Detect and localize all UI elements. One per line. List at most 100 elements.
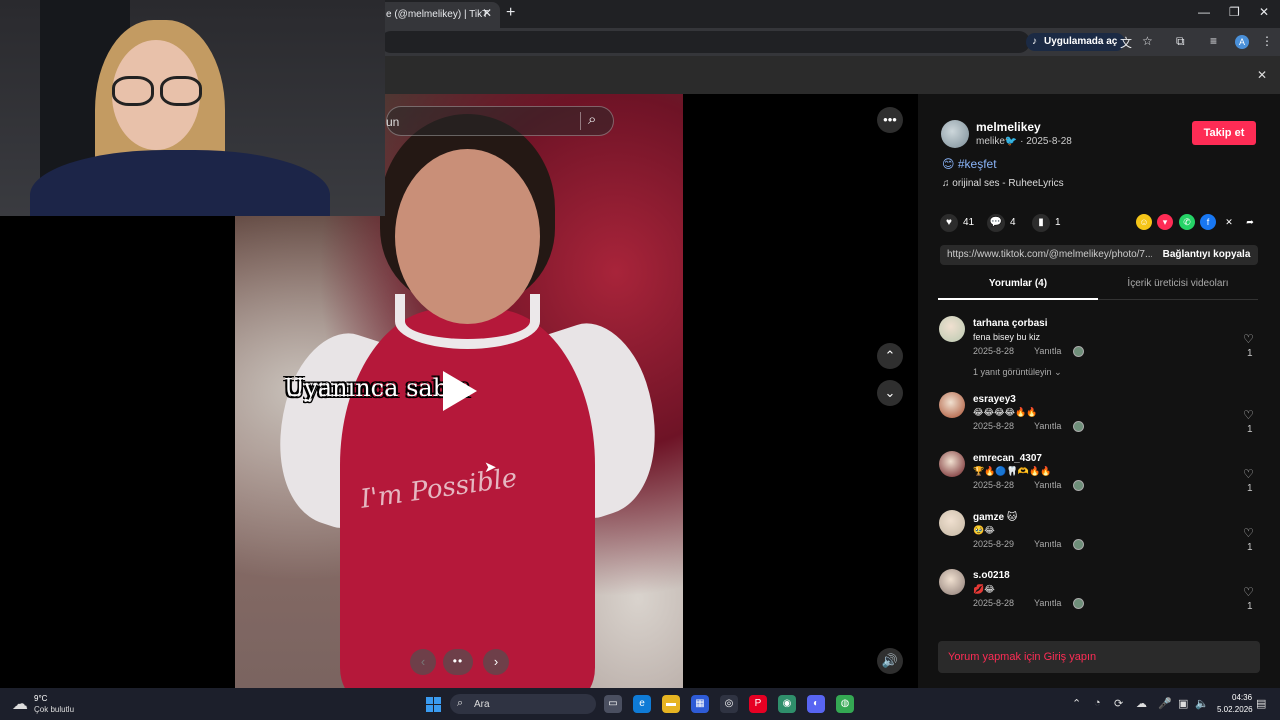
tray-sync-icon[interactable]: ⟳ [1114, 697, 1123, 710]
search-icon[interactable]: ⌕ [588, 111, 596, 128]
onedrive-icon[interactable]: ☁ [1136, 697, 1147, 710]
bookmark-star-icon[interactable]: ☆ [1142, 34, 1153, 48]
music-link[interactable]: ♫ orijinal ses - RuheeLyrics [942, 178, 1064, 189]
reply-button[interactable]: Yanıtla [1034, 346, 1061, 356]
comment-text: fena bisey bu kiz [973, 332, 1041, 342]
volume-icon[interactable]: 🔊 [877, 648, 903, 674]
browser-tab[interactable]: e (@melmelikey) | TikT [370, 2, 500, 28]
comment-username[interactable]: tarhana çorbasi [973, 318, 1047, 329]
translate-icon[interactable]: 文 [1120, 34, 1132, 51]
speaker-icon[interactable]: 🔈 [1195, 697, 1209, 710]
copy-link-button[interactable]: Bağlantıyı kopyala [1155, 245, 1258, 265]
comment-username[interactable]: esrayey3 [973, 394, 1016, 405]
restore-icon[interactable]: ❐ [1229, 5, 1240, 19]
comment-username[interactable]: gamze 🐱 [973, 512, 1017, 523]
comment-heart-icon[interactable]: ♡ [1243, 467, 1254, 481]
embed-share-icon[interactable]: ☺ [1136, 214, 1152, 230]
comment-avatar[interactable] [939, 316, 965, 342]
comment-text: 🥹😂 [973, 525, 995, 535]
send-share-icon[interactable]: ▾ [1157, 214, 1173, 230]
recording-app-icon[interactable]: ◎ [720, 695, 738, 713]
more-options-icon[interactable]: ••• [877, 107, 903, 133]
login-prompt[interactable]: Yorum yapmak için Giriş yapın [948, 651, 1096, 663]
share-arrow-icon[interactable]: ➦ [1242, 214, 1258, 230]
windows-start-icon[interactable] [426, 697, 441, 712]
file-explorer-icon[interactable]: ▬ [662, 695, 680, 713]
comment-icon: 💬 [987, 214, 1005, 232]
minimize-icon[interactable]: — [1198, 5, 1210, 19]
comment-button[interactable]: 💬 4 [987, 214, 1016, 232]
comment-username[interactable]: s.o0218 [973, 570, 1010, 581]
comment-date: 2025-8-28 [973, 346, 1015, 356]
reply-button[interactable]: Yanıtla [1034, 598, 1061, 608]
browser-menu-icon[interactable]: ⋮ [1261, 34, 1273, 48]
pinterest-icon[interactable]: P [749, 695, 767, 713]
clock-time[interactable]: 04:36 [1232, 693, 1252, 702]
profile-avatar[interactable]: A [1235, 35, 1249, 49]
previous-photo-button[interactable]: ‹ [410, 649, 436, 675]
new-tab-icon[interactable]: + [506, 4, 515, 22]
tray-chevron-up-icon[interactable]: ⌃ [1072, 697, 1081, 710]
address-bar[interactable] [380, 31, 1030, 53]
like-button[interactable]: ♥ 41 [940, 214, 974, 232]
reply-button[interactable]: Yanıtla [1034, 421, 1061, 431]
x-icon[interactable]: ✕ [1221, 214, 1237, 230]
follow-button[interactable]: Takip et [1192, 121, 1256, 145]
author-avatar[interactable] [941, 120, 969, 148]
comment-heart-icon[interactable]: ♡ [1243, 585, 1254, 599]
comment-heart-icon[interactable]: ♡ [1243, 526, 1254, 540]
edge-icon[interactable]: e [633, 695, 651, 713]
globe-app-icon[interactable]: ◉ [778, 695, 796, 713]
store-icon[interactable]: ▦ [691, 695, 709, 713]
play-icon[interactable] [443, 371, 477, 411]
reply-button[interactable]: Yanıtla [1034, 539, 1061, 549]
view-replies-button[interactable]: 1 yanıt görüntüleyin ⌄ [973, 367, 1062, 378]
comment-avatar[interactable] [939, 392, 965, 418]
comment-avatar[interactable] [939, 451, 965, 477]
comment-like-count: 1 [1247, 601, 1253, 612]
webcam-overlay [0, 0, 385, 216]
author-username[interactable]: melmelikey [976, 120, 1041, 134]
creator-avatar-mini [1073, 346, 1084, 357]
weather-cloud-icon[interactable]: ☁ [12, 694, 28, 714]
tray-app-icon[interactable]: ◔ [1094, 697, 1101, 709]
save-button[interactable]: ▮ 1 [1032, 214, 1061, 232]
chevron-down-icon[interactable]: ⌄ [877, 380, 903, 406]
next-photo-button[interactable]: › [483, 649, 509, 675]
reply-button[interactable]: Yanıtla [1034, 480, 1061, 490]
comment-username[interactable]: emrecan_4307 [973, 453, 1042, 464]
whatsapp-icon[interactable]: ✆ [1179, 214, 1195, 230]
task-view-icon[interactable]: ▭ [604, 695, 622, 713]
post-link[interactable]: https://www.tiktok.com/@melmelikey/photo… [947, 249, 1152, 260]
comment-date: 2025-8-28 [973, 598, 1015, 608]
comment-date: 2025-8-29 [973, 539, 1015, 549]
discord-icon[interactable]: ◐ [807, 695, 825, 713]
taskbar-search[interactable] [450, 694, 596, 714]
notification-icon[interactable]: ▤ [1256, 697, 1266, 710]
tab-creator-videos[interactable]: İçerik üreticisi videoları [1098, 278, 1258, 300]
comment-heart-icon[interactable]: ♡ [1243, 332, 1254, 346]
bookmark-icon: ▮ [1032, 214, 1050, 232]
tab-comments[interactable]: Yorumlar (4) [938, 278, 1098, 300]
chevron-up-icon[interactable]: ⌃ [877, 343, 903, 369]
extensions-icon[interactable]: ⧉ [1176, 34, 1185, 49]
chrome-icon[interactable]: ◍ [836, 695, 854, 713]
tab-close-icon[interactable]: ✕ [482, 6, 492, 20]
network-icon[interactable]: ▣ [1178, 697, 1188, 710]
search-input[interactable]: un [386, 115, 399, 129]
hashtag-link[interactable]: 😊 #keşfet [942, 157, 997, 171]
comment-avatar[interactable] [939, 569, 965, 595]
media-controls-icon[interactable]: ≡ [1210, 34, 1217, 48]
infobar-close-icon[interactable]: ✕ [1257, 68, 1267, 82]
weather-temp[interactable]: 9°C [34, 694, 47, 703]
weather-desc[interactable]: Çok bulutlu [34, 705, 74, 714]
facebook-icon[interactable]: f [1200, 214, 1216, 230]
open-in-app-button[interactable]: ♪ Uygulamada aç [1026, 33, 1126, 51]
clock-date[interactable]: 5.02.2026 [1217, 705, 1253, 714]
window-close-icon[interactable]: ✕ [1259, 5, 1269, 19]
comment-avatar[interactable] [939, 510, 965, 536]
comment-heart-icon[interactable]: ♡ [1243, 408, 1254, 422]
comment-text: 💋😂 [973, 584, 995, 594]
photo-pagination-dots[interactable]: •• [443, 649, 473, 675]
microphone-icon[interactable]: 🎤 [1158, 697, 1172, 710]
